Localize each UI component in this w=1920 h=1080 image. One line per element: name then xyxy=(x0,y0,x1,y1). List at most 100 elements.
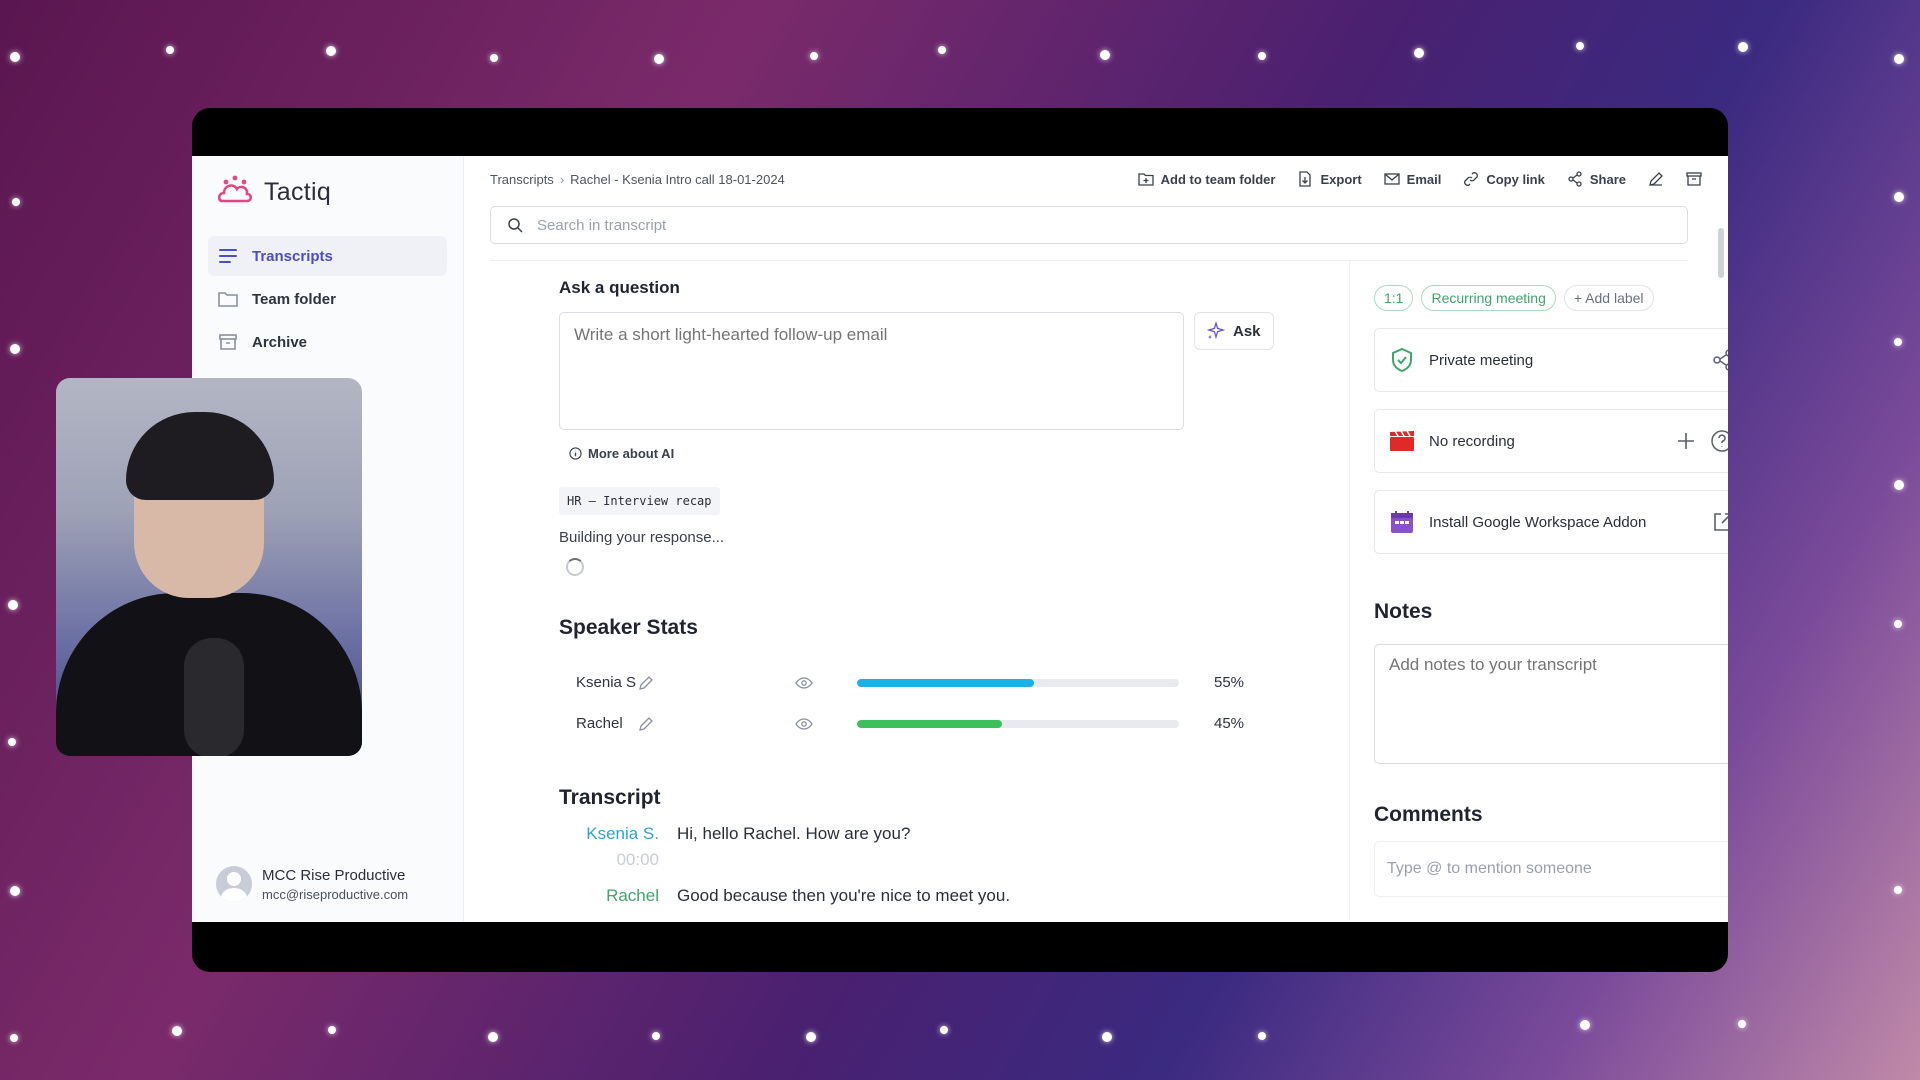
sidebar-item-transcripts[interactable]: Transcripts xyxy=(208,236,447,276)
share-icon xyxy=(1568,171,1582,187)
speaker-name: Rachel xyxy=(576,715,623,732)
notes-input[interactable] xyxy=(1374,644,1728,764)
app-name: Tactiq xyxy=(264,177,332,206)
speaker-stat-row: Rachel 45% xyxy=(559,703,1299,744)
archive-icon xyxy=(218,332,238,352)
transcript-line[interactable]: Ksenia S. 00:00 Hi, hello Rachel. How ar… xyxy=(559,824,1299,870)
transcript-search[interactable] xyxy=(490,206,1688,244)
eye-icon[interactable] xyxy=(795,715,813,733)
sidebar-item-label: Transcripts xyxy=(252,247,333,265)
mail-icon xyxy=(1384,173,1400,185)
sidebar-item-archive[interactable]: Archive xyxy=(208,322,447,362)
add-label-button[interactable]: + Add label xyxy=(1563,285,1654,311)
copy-link-label: Copy link xyxy=(1486,171,1545,187)
clapperboard-icon xyxy=(1389,428,1415,454)
speaker-share-bar xyxy=(857,678,1179,687)
ask-question-input[interactable] xyxy=(559,312,1184,430)
ask-button[interactable]: Ask xyxy=(1194,312,1274,350)
transcript-speaker: Rachel xyxy=(606,886,659,905)
sidebar-nav: Transcripts Team folder Archive xyxy=(192,236,463,362)
speaker-name: Ksenia S xyxy=(576,674,637,691)
card-label: Private meeting xyxy=(1429,351,1534,369)
comments-title: Comments xyxy=(1374,803,1483,826)
ask-button-label: Ask xyxy=(1233,322,1261,340)
share-button[interactable]: Share xyxy=(1567,171,1626,187)
export-label: Export xyxy=(1320,171,1362,187)
share-label: Share xyxy=(1589,171,1626,187)
account-menu[interactable]: MCC Rise Productive mcc@riseproductive.c… xyxy=(216,866,408,902)
folder-icon xyxy=(218,289,238,309)
label-recurring-meeting[interactable]: Recurring meeting xyxy=(1421,285,1556,311)
sidebar-item-team-folder[interactable]: Team folder xyxy=(208,279,447,319)
pencil-icon[interactable] xyxy=(638,716,654,732)
speaker-stats: Ksenia S 55% Rachel 45% xyxy=(559,662,1299,744)
more-about-ai-label: More about AI xyxy=(588,446,675,461)
breadcrumb-transcripts-link[interactable]: Transcripts xyxy=(490,172,554,187)
breadcrumb-current: Rachel - Ksenia Intro call 18-01-2024 xyxy=(570,171,785,187)
copy-link-button[interactable]: Copy link xyxy=(1463,171,1545,187)
archive-button[interactable] xyxy=(1686,171,1702,187)
logo[interactable]: Tactiq xyxy=(192,172,463,212)
pencil-icon[interactable] xyxy=(638,675,654,691)
email-button[interactable]: Email xyxy=(1384,171,1442,187)
edit-button[interactable] xyxy=(1648,171,1664,187)
help-icon[interactable] xyxy=(1710,429,1728,453)
info-icon xyxy=(569,447,582,460)
prompt-chip[interactable]: HR – Interview recap xyxy=(559,487,720,515)
labels: 1:1 Recurring meeting + Add label xyxy=(1374,285,1724,311)
calendar-icon xyxy=(1389,509,1415,535)
google-workspace-addon-card[interactable]: Install Google Workspace Addon xyxy=(1374,490,1728,554)
email-label: Email xyxy=(1406,171,1442,187)
sidebar-item-label: Archive xyxy=(252,333,308,351)
link-icon xyxy=(1464,172,1479,186)
private-meeting-card[interactable]: Private meeting xyxy=(1374,328,1728,392)
export-icon xyxy=(1299,171,1312,187)
transcript-list: Ksenia S. 00:00 Hi, hello Rachel. How ar… xyxy=(559,824,1299,906)
avatar xyxy=(216,866,252,902)
label-one-on-one[interactable]: 1:1 xyxy=(1374,285,1414,311)
tactiq-logo-icon xyxy=(216,175,254,209)
breadcrumb: Transcripts › Rachel - Ksenia Intro call… xyxy=(490,172,785,187)
more-about-ai-link[interactable]: More about AI xyxy=(569,446,1299,461)
ask-question-title: Ask a question xyxy=(559,278,680,297)
presenter-hair xyxy=(126,412,274,500)
comment-input[interactable]: Type @ to mention someone xyxy=(1374,841,1728,897)
add-to-team-folder-label: Add to team folder xyxy=(1160,171,1276,187)
microphone xyxy=(184,638,244,756)
no-recording-card: No recording xyxy=(1374,409,1728,473)
share-icon[interactable] xyxy=(1712,349,1728,371)
webcam-overlay xyxy=(56,378,362,756)
list-icon xyxy=(218,246,238,266)
transcript-line[interactable]: Rachel Good because then you're nice to … xyxy=(559,886,1299,906)
app-window: Tactiq Transcripts Team folder Archive M… xyxy=(192,108,1728,972)
plus-icon[interactable] xyxy=(1676,431,1696,451)
archive-icon xyxy=(1686,172,1702,186)
export-button[interactable]: Export xyxy=(1297,171,1362,187)
pencil-icon xyxy=(1649,172,1663,186)
card-label: No recording xyxy=(1429,432,1515,450)
scrollbar[interactable] xyxy=(1718,228,1724,278)
response-status: Building your response... xyxy=(559,529,725,546)
sidebar-item-label: Team folder xyxy=(252,290,336,308)
toolbar: Add to team folder Export Email Copy lin… xyxy=(1137,171,1702,187)
shield-check-icon xyxy=(1389,347,1415,373)
transcript-text: Good because then you're nice to meet yo… xyxy=(677,886,1011,905)
external-link-icon[interactable] xyxy=(1712,511,1728,533)
transcript-timestamp[interactable]: 00:00 xyxy=(559,850,659,870)
notes-title: Notes xyxy=(1374,600,1433,623)
search-input[interactable] xyxy=(537,216,1671,234)
speaker-percent: 55% xyxy=(1214,674,1245,691)
eye-icon[interactable] xyxy=(795,674,813,692)
card-label: Install Google Workspace Addon xyxy=(1429,513,1647,531)
account-name: MCC Rise Productive xyxy=(262,866,406,884)
transcript-speaker: Ksenia S. xyxy=(586,824,659,843)
transcript-text: Hi, hello Rachel. How are you? xyxy=(677,824,911,843)
add-to-team-folder-button[interactable]: Add to team folder xyxy=(1137,171,1276,187)
speaker-share-bar xyxy=(857,719,1179,728)
chevron-right-icon: › xyxy=(559,171,565,187)
search-icon xyxy=(508,218,523,233)
loading-spinner-icon xyxy=(566,558,584,576)
main-content: Transcripts › Rachel - Ksenia Intro call… xyxy=(464,156,1728,922)
folder-plus-icon xyxy=(1137,173,1154,186)
sparkle-icon xyxy=(1207,322,1225,340)
